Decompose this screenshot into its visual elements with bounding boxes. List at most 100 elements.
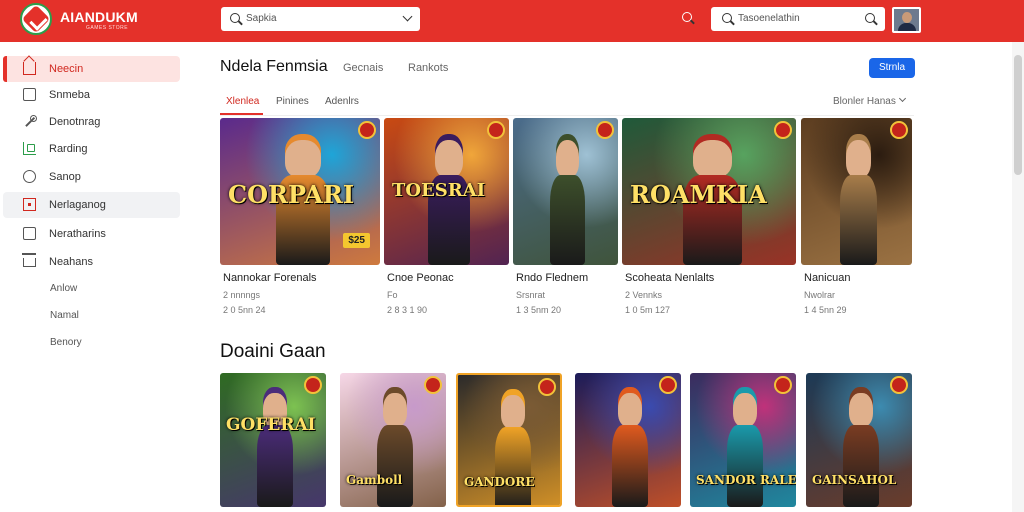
game-card[interactable]	[801, 118, 912, 265]
sidebar-item-1[interactable]: Snmeba	[3, 82, 180, 108]
search-icon	[230, 13, 240, 23]
sidebar-item-8[interactable]: Anlow	[3, 276, 180, 302]
game-logo-text: TOESRAI	[392, 179, 486, 201]
search-placeholder: Sapkia	[246, 13, 277, 24]
sidebar-item-3[interactable]: Rarding	[3, 136, 180, 162]
game-card-meta: Fo	[387, 290, 398, 300]
sidebar-item-0[interactable]: Neecin	[3, 56, 180, 82]
game-card-title[interactable]: Scoheata Nenlalts	[625, 272, 714, 284]
badge-icon	[538, 378, 556, 396]
list-icon	[23, 227, 36, 240]
search-button[interactable]	[681, 12, 697, 28]
game-card-meta: Nwolrar	[804, 290, 836, 300]
character-art	[254, 393, 296, 507]
game-logo-text: ROAMKIA	[630, 179, 767, 209]
house-icon	[22, 253, 36, 267]
game-card-title[interactable]: Nanicuan	[804, 272, 850, 284]
badge-icon	[774, 121, 792, 139]
scrollbar-thumb[interactable]	[1014, 55, 1022, 175]
red-square-icon	[23, 198, 36, 211]
chevron-down-icon[interactable]	[898, 94, 907, 103]
sidebar-item-label: Sanop	[49, 171, 81, 183]
sidebar-item-label: Neahans	[49, 256, 94, 268]
search-icon	[722, 13, 732, 23]
game-logo-text: GANDORE	[464, 475, 535, 489]
badge-icon	[304, 376, 322, 394]
badge-icon	[424, 376, 442, 394]
tab-sub-1[interactable]: Pinines	[276, 96, 309, 107]
sidebar-item-10[interactable]: Benory	[3, 330, 180, 356]
tab-top-0[interactable]: Gecnais	[343, 62, 383, 74]
game-card[interactable]	[575, 373, 681, 507]
avatar[interactable]	[892, 7, 921, 33]
sidebar-item-label: Namal	[50, 310, 79, 321]
game-logo-text: CORPARI	[228, 179, 355, 209]
game-card[interactable]: GOFERAI	[220, 373, 326, 507]
brand-name: AIANDUKM	[60, 9, 138, 25]
game-card[interactable]: SANDOR RALEK	[690, 373, 796, 507]
divider	[220, 115, 914, 116]
chevron-down-icon	[402, 11, 413, 22]
home-icon	[23, 62, 36, 75]
badge-icon	[358, 121, 376, 139]
search-dropdown[interactable]: Sapkia	[221, 7, 420, 31]
game-card[interactable]: TOESRAI	[384, 118, 509, 265]
game-card[interactable]: CORPARI $25	[220, 118, 380, 265]
game-card[interactable]: GANDORE	[456, 373, 562, 507]
sidebar-item-label: Benory	[50, 337, 82, 348]
game-card-title[interactable]: Rndo Flednem	[516, 272, 588, 284]
sidebar-item-7[interactable]: Neahans	[3, 249, 180, 275]
game-card[interactable]: Gamboll	[340, 373, 446, 507]
active-indicator	[3, 56, 7, 82]
section-title: Doaini Gaan	[220, 341, 326, 362]
circle-icon	[23, 170, 36, 183]
brand-logo-icon[interactable]	[20, 3, 52, 35]
square-icon	[23, 88, 36, 101]
tab-sub-2[interactable]: Adenlrs	[325, 96, 359, 107]
character-art	[837, 140, 881, 265]
game-card[interactable]: ROAMKIA	[622, 118, 796, 265]
game-logo-text: SANDOR RALEK	[696, 473, 796, 487]
sidebar-item-4[interactable]: Sanop	[3, 164, 180, 190]
badge-icon	[659, 376, 677, 394]
game-card-meta: Srsnrat	[516, 290, 546, 300]
price-tag: $25	[343, 233, 370, 248]
game-card-title[interactable]: Cnoe Peonac	[387, 272, 454, 284]
game-logo-text: Gamboll	[346, 473, 403, 487]
page-title: Ndela Fenmsia	[220, 58, 328, 75]
chart-icon	[23, 142, 36, 155]
badge-icon	[774, 376, 792, 394]
game-card-date: 1 0 5m 127	[625, 305, 671, 315]
game-card-date: 2 8 3 1 90	[387, 305, 428, 315]
sidebar-item-label: Rarding	[49, 143, 88, 155]
game-card[interactable]	[513, 118, 618, 265]
sidebar-item-label: Anlow	[50, 283, 78, 294]
sidebar-item-label: Snmeba	[49, 89, 90, 101]
badge-icon	[890, 376, 908, 394]
primary-action-button[interactable]: Strnla	[869, 58, 915, 78]
secondary-search-input[interactable]: Tasoenelathin	[711, 7, 885, 31]
search-icon	[682, 12, 692, 22]
sidebar-item-5[interactable]: Nerlaganog	[3, 192, 180, 218]
search-icon[interactable]	[865, 13, 875, 23]
sidebar-item-6[interactable]: Neratharins	[3, 221, 180, 247]
game-logo-text: GAINSAHOL	[812, 473, 897, 487]
sidebar-item-label: Denotnrag	[49, 116, 101, 128]
badge-icon	[890, 121, 908, 139]
sort-dropdown[interactable]: Blonler Hanas	[833, 96, 896, 107]
character-art	[492, 395, 534, 505]
game-card-title[interactable]: Nannokar Forenals	[223, 272, 317, 284]
sidebar-item-label: Neratharins	[49, 228, 106, 240]
game-card-date: 1 3 5nm 20	[516, 305, 562, 315]
tab-top-1[interactable]: Rankots	[408, 62, 448, 74]
game-card-meta: 2 Vennks	[625, 290, 663, 300]
character-art	[547, 140, 589, 265]
sidebar-item-2[interactable]: Denotnrag	[3, 109, 180, 135]
sidebar: Neecin Snmeba Denotnrag Rarding Sanop Ne…	[0, 42, 190, 512]
game-card[interactable]: GAINSAHOL	[806, 373, 912, 507]
tab-sub-0[interactable]: Xlenlea	[226, 96, 259, 107]
character-art	[424, 140, 474, 265]
game-logo-text: GOFERAI	[226, 415, 316, 435]
sidebar-item-9[interactable]: Namal	[3, 303, 180, 329]
game-card-date: 1 4 5nn 29	[804, 305, 847, 315]
